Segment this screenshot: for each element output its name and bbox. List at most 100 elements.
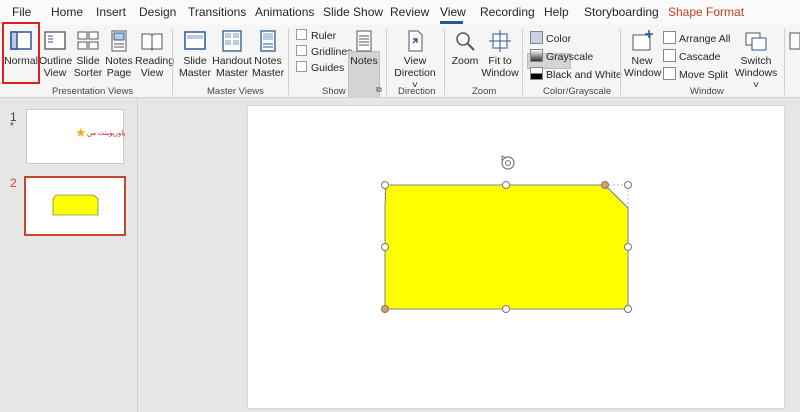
adjust-handle[interactable] [601,181,609,189]
yellow-shape-thumbnail [52,194,99,216]
grayscale-button[interactable]: Grayscale [530,49,593,63]
magnifier-icon [456,32,475,51]
color-swatch-icon [530,31,543,44]
black-white-button[interactable]: Black and White [530,67,622,81]
reading-view-button[interactable]: Reading View [135,29,174,79]
notes-page-button[interactable]: Notes Page [104,29,134,79]
slide-sorter-button[interactable]: Slide Sorter [73,29,103,79]
slide-master-icon [184,31,206,50]
fit-to-window-icon [489,30,511,52]
zoom-button[interactable]: Zoom [449,29,481,67]
guides-label: Guides [311,62,345,74]
slide-canvas[interactable] [248,106,784,408]
direction-group-label: Direction [398,86,436,97]
slide-thumbnail-panel: 1 * ★ پاورپوینت من 2 [0,98,138,412]
outline-view-label-2: View [43,67,67,79]
tab-insert[interactable]: Insert [96,5,126,19]
tab-animations[interactable]: Animations [255,5,314,19]
dialog-launcher-icon[interactable]: ⧉ [376,85,382,95]
grayscale-swatch-icon [530,49,543,62]
grayscale-label: Grayscale [546,51,594,63]
rotate-handle-icon[interactable] [501,155,515,170]
slide-sorter-icon [77,31,99,50]
color-label: Color [546,33,572,45]
tab-help[interactable]: Help [544,5,569,19]
slide-number: 2 [10,176,17,190]
macros-button[interactable] [788,29,800,55]
black-white-swatch-icon [530,67,543,80]
outline-view-button[interactable]: Outline View [39,29,72,79]
slide-thumbnail-2[interactable] [24,176,126,236]
arrange-all-icon [663,31,676,44]
window-group-label: Window [690,86,724,97]
tab-slide-show[interactable]: Slide Show [323,5,383,19]
tab-design[interactable]: Design [139,5,176,19]
group-divider [386,29,387,95]
arrange-all-label: Arrange All [679,33,731,45]
group-divider [522,29,523,95]
slide-master-label-2: Master [178,67,212,79]
group-divider [620,29,621,95]
tab-storyboarding[interactable]: Storyboarding [584,5,659,19]
slide-animation-marker: * [10,121,14,132]
adjust-handle[interactable] [381,305,389,313]
notes-page-icon [111,30,127,52]
notes-label: Notes [350,55,378,67]
reading-view-label-1: Reading [135,55,175,67]
normal-button-highlight [2,22,40,84]
ruler-checkbox[interactable]: Ruler [296,29,336,42]
handout-master-label-2: Master [215,67,249,79]
view-direction-button[interactable]: View Direction ˅ [390,29,440,91]
slide-thumbnail-1[interactable]: ★ پاورپوینت من [26,109,126,164]
cascade-button[interactable]: Cascade [663,49,720,63]
tab-transitions[interactable]: Transitions [188,5,246,19]
notes-master-label-2: Master [252,67,285,79]
notes-page-label-2: Page [106,67,132,79]
view-direction-label-2: Direction [394,67,436,79]
notes-icon [356,30,372,52]
tab-shape-format[interactable]: Shape Format [668,5,744,19]
notes-master-button[interactable]: Notes Master [252,29,284,79]
slide-title-text: پاورپوینت من [87,130,126,137]
move-split-label: Move Split [679,69,729,81]
arrange-all-button[interactable]: Arrange All [663,31,730,45]
move-split-button[interactable]: Move Split [663,67,728,81]
checkbox-box [296,61,307,72]
gridlines-checkbox[interactable]: Gridlines [296,45,352,58]
tab-view[interactable]: View [440,5,466,19]
color-button[interactable]: Color [530,31,571,45]
new-window-button[interactable]: New Window [624,29,661,79]
slide-content [381,155,632,313]
reading-view-icon [141,33,163,51]
group-divider [172,29,173,95]
tab-recording[interactable]: Recording [480,5,535,19]
new-window-label-1: New [631,55,653,67]
checkbox-box [296,29,307,40]
guides-checkbox[interactable]: Guides [296,61,344,74]
group-divider [444,29,445,95]
view-direction-label-1: View [403,55,427,67]
tab-home[interactable]: Home [51,5,83,19]
tab-review[interactable]: Review [390,5,429,19]
group-divider [288,29,289,95]
zoom-group-label: Zoom [472,86,497,97]
outline-view-icon [44,31,66,50]
yellow-snipped-rectangle-shape[interactable] [384,184,629,310]
notes-button[interactable]: Notes [349,29,379,67]
fit-to-window-button[interactable]: Fit to Window [481,29,519,79]
new-window-icon [632,30,653,51]
fit-to-window-label-2: Window [481,67,519,79]
handout-master-button[interactable]: Handout Master [212,29,252,79]
gridlines-label: Gridlines [311,46,353,58]
switch-windows-icon [745,32,767,51]
move-split-icon [663,67,676,80]
ruler-label: Ruler [311,30,337,42]
switch-windows-button[interactable]: Switch Windows ˅ [732,29,780,91]
tab-file[interactable]: File [12,5,31,19]
slide-master-button[interactable]: Slide Master [178,29,212,79]
master-views-group-label: Master Views [207,86,264,97]
group-divider [784,29,785,95]
switch-windows-label-1: Switch [740,55,772,67]
switch-windows-label-2: Windows [734,67,778,79]
view-direction-icon [408,30,423,52]
